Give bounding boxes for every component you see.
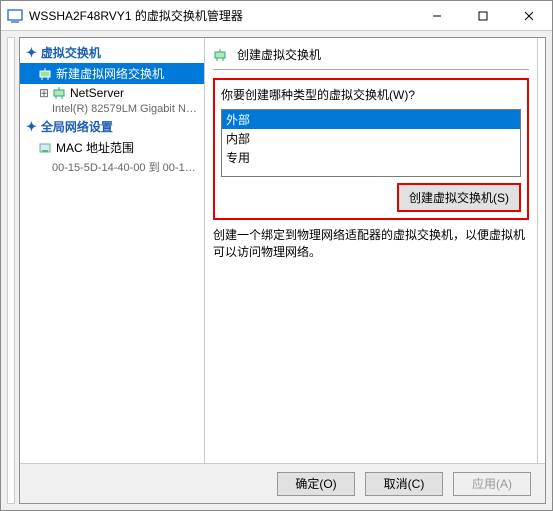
highlighted-area: 你要创建哪种类型的虚拟交换机(W)? 外部 内部 专用 创建虚拟交换机(S) [213, 78, 529, 220]
close-button[interactable] [506, 1, 552, 31]
maximize-button[interactable] [460, 1, 506, 31]
option-private[interactable]: 专用 [222, 148, 520, 167]
mac-range-label: MAC 地址范围 [56, 139, 134, 156]
create-row: 创建虚拟交换机(S) [221, 183, 521, 212]
left-gutter [7, 37, 15, 504]
netserver-detail: Intel(R) 82579LM Gigabit Network ... [20, 102, 204, 116]
detail-pane: 创建虚拟交换机 你要创建哪种类型的虚拟交换机(W)? 外部 内部 专用 创建虚拟… [205, 38, 537, 463]
mac-range-detail: 00-15-5D-14-40-00 到 00-15-5D-1... [20, 158, 204, 176]
switch-icon [52, 86, 66, 100]
dialog-buttons: 确定(O) 取消(C) 应用(A) [20, 463, 545, 503]
option-external[interactable]: 外部 [222, 110, 520, 129]
create-switch-button[interactable]: 创建虚拟交换机(S) [397, 183, 521, 212]
mac-range-item[interactable]: MAC 地址范围 [20, 137, 204, 158]
new-virtual-switch-item[interactable]: 新建虚拟网络交换机 [20, 63, 204, 84]
cancel-button[interactable]: 取消(C) [365, 472, 443, 496]
detail-header: 创建虚拟交换机 [213, 46, 529, 70]
type-prompt: 你要创建哪种类型的虚拟交换机(W)? [221, 86, 521, 103]
switch-type-listbox[interactable]: 外部 内部 专用 [221, 109, 521, 177]
apply-button: 应用(A) [453, 472, 531, 496]
netserver-label: NetServer [70, 86, 124, 100]
detail-header-label: 创建虚拟交换机 [237, 46, 321, 63]
type-description: 创建一个绑定到物理网络适配器的虚拟交换机，以便虚拟机可以访问物理网络。 [213, 226, 529, 260]
star-icon: ✦ [26, 119, 37, 135]
ok-button[interactable]: 确定(O) [277, 472, 355, 496]
new-switch-icon [38, 67, 52, 81]
dialog-window: WSSHA2F48RVY1 的虚拟交换机管理器 ✦ 虚拟交换机 [0, 0, 553, 511]
split-body: ✦ 虚拟交换机 新建虚拟网络交换机 ⊞ NetSer [20, 38, 545, 463]
window-title: WSSHA2F48RVY1 的虚拟交换机管理器 [29, 7, 414, 24]
nic-icon [38, 141, 52, 155]
global-header-label: 全局网络设置 [41, 118, 113, 135]
minimize-button[interactable] [414, 1, 460, 31]
dialog-body: ✦ 虚拟交换机 新建虚拟网络交换机 ⊞ NetSer [19, 37, 546, 504]
titlebar: WSSHA2F48RVY1 的虚拟交换机管理器 [1, 1, 552, 31]
switches-header-label: 虚拟交换机 [41, 44, 101, 61]
global-header: ✦ 全局网络设置 [20, 116, 204, 137]
content-area: ✦ 虚拟交换机 新建虚拟网络交换机 ⊞ NetSer [1, 31, 552, 510]
option-internal[interactable]: 内部 [222, 129, 520, 148]
star-icon: ✦ [26, 45, 37, 61]
netserver-item[interactable]: ⊞ NetServer [20, 84, 204, 102]
tree-pane: ✦ 虚拟交换机 新建虚拟网络交换机 ⊞ NetSer [20, 38, 205, 463]
app-icon [7, 8, 23, 24]
window-controls [414, 1, 552, 31]
switch-icon [213, 48, 227, 62]
switches-header: ✦ 虚拟交换机 [20, 42, 204, 63]
new-switch-label: 新建虚拟网络交换机 [56, 65, 164, 82]
right-gutter [537, 38, 545, 463]
expander-icon[interactable]: ⊞ [38, 86, 50, 100]
